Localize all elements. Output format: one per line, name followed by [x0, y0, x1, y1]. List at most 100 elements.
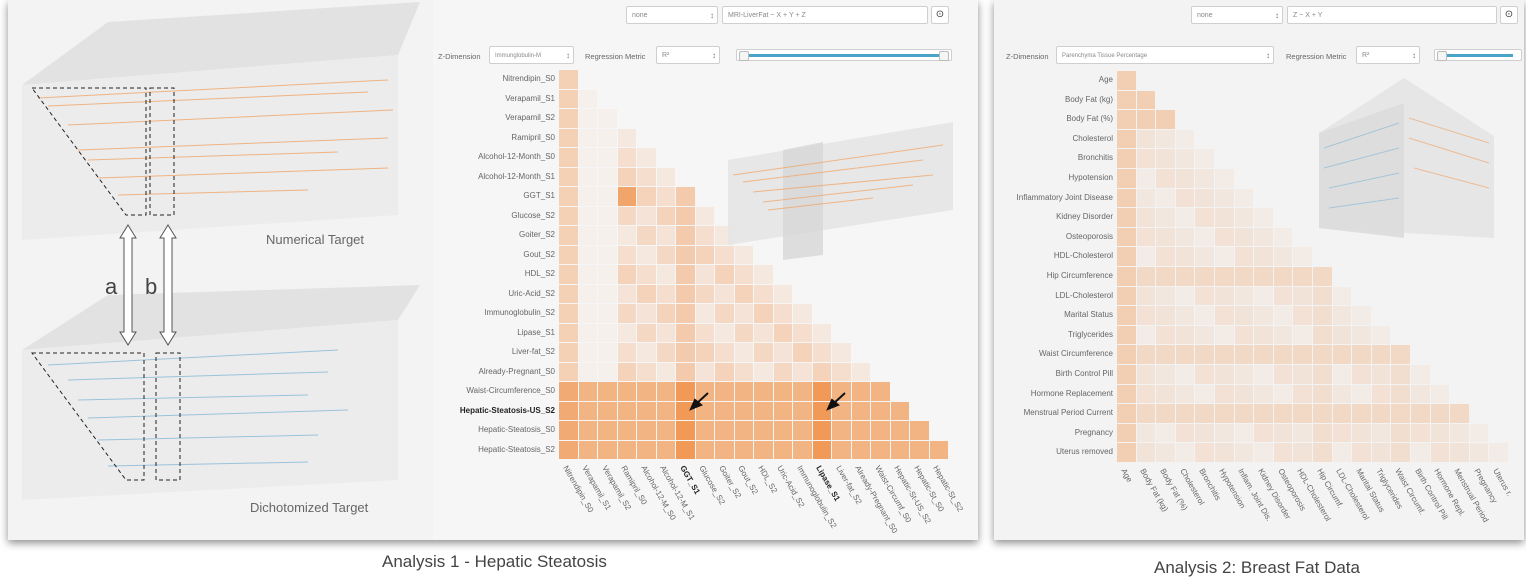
matrix-cell[interactable] [656, 323, 675, 342]
matrix-cell[interactable] [1136, 247, 1156, 266]
matrix-cell[interactable] [1215, 325, 1234, 345]
matrix-cell[interactable] [1273, 286, 1293, 306]
matrix-cell[interactable] [1234, 443, 1254, 462]
matrix-cell[interactable] [1332, 306, 1352, 325]
matrix-cell[interactable] [578, 362, 597, 381]
matrix-cell[interactable] [598, 362, 617, 381]
matrix-cell[interactable] [851, 440, 870, 459]
matrix-cell[interactable] [773, 323, 792, 342]
matrix-cell[interactable] [1175, 306, 1195, 325]
matrix-cell[interactable] [871, 440, 890, 459]
matrix-cell[interactable] [1175, 169, 1195, 188]
matrix-cell[interactable] [1234, 306, 1254, 325]
matrix-cell[interactable] [578, 440, 597, 459]
matrix-cell[interactable] [1215, 169, 1234, 188]
matrix-cell[interactable] [754, 440, 773, 459]
matrix-cell[interactable] [1254, 247, 1273, 266]
matrix-cell[interactable] [1195, 227, 1214, 247]
matrix-cell[interactable] [656, 304, 675, 323]
matrix-cell[interactable] [1273, 345, 1293, 364]
matrix-cell[interactable] [1489, 443, 1508, 462]
matrix-cell[interactable] [1430, 443, 1450, 462]
matrix-cell[interactable] [617, 148, 636, 167]
matrix-cell[interactable] [734, 284, 753, 303]
matrix-cell[interactable] [1391, 345, 1410, 364]
matrix-cell[interactable] [1391, 404, 1410, 423]
matrix-cell[interactable] [1273, 227, 1293, 247]
matrix-cell[interactable] [1313, 306, 1332, 325]
matrix-cell[interactable] [1352, 423, 1371, 443]
matrix-cell[interactable] [1156, 365, 1175, 384]
matrix-cell[interactable] [1254, 404, 1273, 423]
matrix-cell[interactable] [637, 206, 656, 225]
matrix-cell[interactable] [617, 362, 636, 381]
matrix-cell[interactable] [617, 323, 636, 342]
matrix-cell[interactable] [695, 206, 714, 225]
matrix-cell[interactable] [1293, 306, 1312, 325]
matrix-cell[interactable] [695, 245, 714, 264]
matrix-cell[interactable] [1430, 423, 1450, 443]
matrix-cell[interactable] [715, 343, 734, 362]
matrix-cell[interactable] [734, 343, 753, 362]
matrix-cell[interactable] [637, 440, 656, 459]
matrix-cell[interactable] [656, 284, 675, 303]
matrix-cell[interactable] [812, 440, 831, 459]
matrix-cell[interactable] [598, 304, 617, 323]
matrix-cell[interactable] [773, 343, 792, 362]
matrix-cell[interactable] [1195, 286, 1214, 306]
matrix-cell[interactable] [617, 167, 636, 186]
matrix-cell[interactable] [1136, 286, 1156, 306]
matrix-cell[interactable] [1273, 306, 1293, 325]
matrix-cell[interactable] [1136, 129, 1156, 149]
matrix-cell[interactable] [676, 343, 695, 362]
matrix-cell[interactable] [1117, 149, 1136, 168]
matrix-cell[interactable] [715, 440, 734, 459]
matrix-cell[interactable] [890, 440, 909, 459]
matrix-cell[interactable] [695, 440, 714, 459]
matrix-cell[interactable] [559, 343, 578, 362]
matrix-cell[interactable] [754, 362, 773, 381]
matrix-cell[interactable] [1293, 247, 1312, 266]
matrix-cell[interactable] [1195, 443, 1214, 462]
matrix-cell[interactable] [1195, 384, 1214, 404]
matrix-cell[interactable] [929, 440, 948, 459]
matrix-cell[interactable] [1371, 443, 1391, 462]
matrix-cell[interactable] [1293, 345, 1312, 364]
matrix-cell[interactable] [656, 167, 675, 186]
matrix-cell[interactable] [676, 245, 695, 264]
matrix-cell[interactable] [1136, 110, 1156, 129]
matrix-cell[interactable] [1195, 404, 1214, 423]
matrix-cell[interactable] [637, 226, 656, 245]
matrix-cell[interactable] [1391, 365, 1410, 384]
matrix-cell[interactable] [617, 401, 636, 420]
matrix-cell[interactable] [1293, 443, 1312, 462]
matrix-cell[interactable] [617, 440, 636, 459]
matrix-cell[interactable] [1215, 345, 1234, 364]
matrix-cell[interactable] [1195, 208, 1214, 227]
matrix-cell[interactable] [559, 323, 578, 342]
matrix-cell[interactable] [1117, 110, 1136, 129]
matrix-cell[interactable] [1136, 423, 1156, 443]
matrix-cell[interactable] [1234, 423, 1254, 443]
matrix-cell[interactable] [1332, 365, 1352, 384]
matrix-cell[interactable] [1293, 325, 1312, 345]
matrix-cell[interactable] [1411, 443, 1430, 462]
matrix-cell[interactable] [1117, 90, 1136, 110]
matrix-cell[interactable] [598, 109, 617, 128]
matrix-cell[interactable] [656, 226, 675, 245]
matrix-cell[interactable] [1175, 443, 1195, 462]
matrix-cell[interactable] [1215, 423, 1234, 443]
matrix-cell[interactable] [1411, 423, 1430, 443]
matrix-cell[interactable] [1352, 443, 1371, 462]
matrix-cell[interactable] [578, 187, 597, 206]
matrix-cell[interactable] [1254, 325, 1273, 345]
matrix-cell[interactable] [1371, 404, 1391, 423]
matrix-cell[interactable] [1450, 443, 1469, 462]
matrix-cell[interactable] [637, 362, 656, 381]
matrix-cell[interactable] [734, 362, 753, 381]
matrix-cell[interactable] [1273, 423, 1293, 443]
matrix-cell[interactable] [1117, 286, 1136, 306]
matrix-cell[interactable] [1195, 325, 1214, 345]
matrix-cell[interactable] [1234, 365, 1254, 384]
matrix-cell[interactable] [1234, 208, 1254, 227]
